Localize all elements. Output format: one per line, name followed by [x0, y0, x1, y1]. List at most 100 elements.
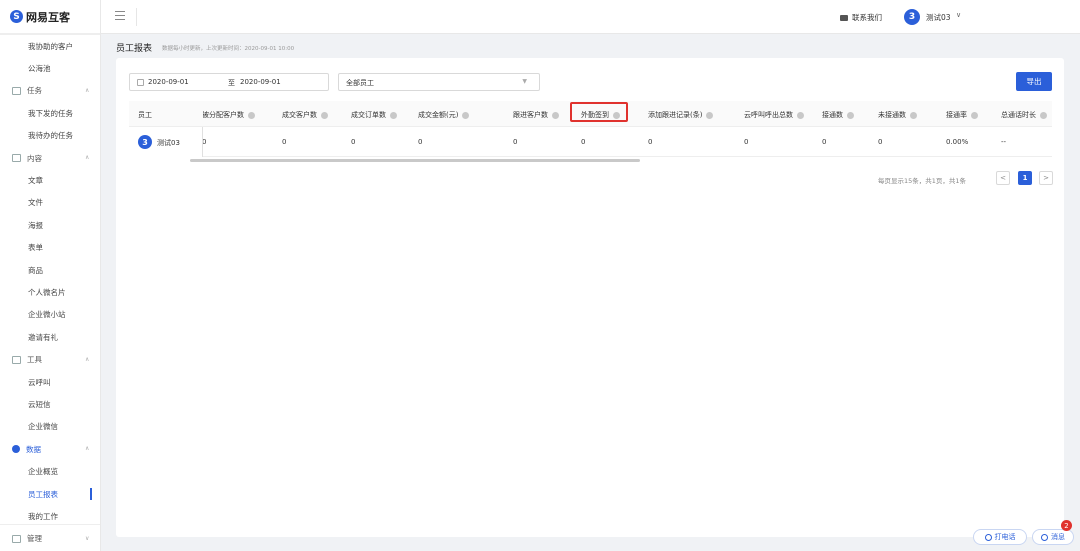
table-row: 0 0 0 0 0 0 0 0 0 0 0.00% -- [129, 128, 1052, 157]
column-header-label: 被分配客户数 [202, 111, 244, 119]
sidebar-item-11[interactable]: 个人微名片 [0, 281, 100, 303]
employee-name[interactable]: 测试03 [157, 138, 180, 148]
column-header-label: 接通数 [822, 111, 843, 119]
sidebar-item-8[interactable]: 海报 [0, 214, 100, 236]
sidebar-item-15[interactable]: 云呼叫 [0, 371, 100, 393]
logo-mark-icon: S [10, 10, 23, 23]
help-icon[interactable] [248, 111, 255, 119]
employee-select[interactable]: 全部员工 ▼ [338, 73, 540, 91]
help-icon[interactable] [971, 111, 978, 119]
user-avatar[interactable]: 3 [904, 9, 920, 25]
message-button[interactable]: 消息 [1032, 529, 1074, 545]
menu-toggle-icon[interactable] [115, 11, 125, 20]
chevron-icon: ∨ [85, 534, 90, 542]
help-icon[interactable] [321, 111, 328, 119]
call-button[interactable]: 打电话 [973, 529, 1027, 545]
column-header[interactable]: 未接通数 [878, 110, 917, 120]
sidebar-item-3[interactable]: 我下发的任务 [0, 102, 100, 124]
sidebar-label: 邀请有礼 [28, 332, 58, 342]
table-cell: 0 [351, 138, 356, 146]
sidebar-group-14[interactable]: 工具 ∧ [0, 349, 100, 371]
contact-us-label: 联系我们 [852, 13, 882, 22]
logo[interactable]: S 网易互客 [0, 0, 100, 34]
column-header-label: 未接通数 [878, 111, 906, 119]
column-header[interactable]: 总通话时长 [1001, 110, 1047, 120]
prev-page-button[interactable]: < [996, 171, 1010, 185]
column-header[interactable]: 云呼叫呼出总数 [744, 110, 804, 120]
page-1-button[interactable]: 1 [1018, 171, 1032, 185]
column-header[interactable]: 跟进客户数 [513, 110, 559, 120]
update-notice: 数据每小时更新，上次更新时间：2020-09-01 10:00 [162, 45, 295, 52]
chevron-down-icon[interactable]: ∨ [956, 11, 961, 19]
sidebar-label: 任务 [27, 86, 42, 96]
sidebar-item-0[interactable]: 我协助的客户 [0, 35, 100, 57]
sidebar-item-17[interactable]: 企业微信 [0, 416, 100, 438]
group-icon [12, 86, 21, 95]
export-button[interactable]: 导出 [1016, 72, 1052, 91]
sidebar: S 网易互客 我协助的客户 公海池任务 ∧ 我下发的任务 我待办的任务内容 ∧ 文章文件海报… [0, 0, 101, 551]
help-icon[interactable] [910, 111, 917, 119]
sidebar-label: 文章 [28, 176, 43, 186]
sidebar-item-10[interactable]: 商品 [0, 259, 100, 281]
sidebar-label: 我待办的任务 [28, 131, 73, 141]
next-page-button[interactable]: > [1039, 171, 1053, 185]
column-header[interactable]: 被分配客户数 [202, 110, 255, 120]
message-label: 消息 [1051, 533, 1065, 541]
sidebar-label: 数据 [26, 444, 41, 454]
column-header[interactable]: 成交订单数 [351, 110, 397, 120]
column-header[interactable]: 成交金额(元) [418, 110, 470, 120]
pagination-info: 每页显示15条，共1页，共1条 [878, 177, 967, 185]
sidebar-group-2[interactable]: 任务 ∧ [0, 80, 100, 102]
sidebar-item-13[interactable]: 邀请有礼 [0, 326, 100, 348]
phone-icon [984, 533, 992, 541]
column-header-label: 总通话时长 [1001, 111, 1036, 119]
help-icon[interactable] [462, 111, 470, 119]
date-start[interactable]: 2020-09-01 [148, 78, 189, 86]
help-icon[interactable] [390, 111, 397, 119]
sidebar-item-19[interactable]: 企业概览 [0, 461, 100, 483]
sidebar-item-7[interactable]: 文件 [0, 192, 100, 214]
sidebar-label: 企业微小站 [28, 310, 66, 320]
group-icon [12, 355, 21, 364]
help-icon[interactable] [706, 111, 714, 119]
sidebar-label: 云呼叫 [28, 377, 51, 387]
logo-text: 网易互客 [26, 10, 70, 24]
sidebar-group-18[interactable]: 数据 ∧ [0, 438, 100, 460]
chevron-down-icon: ▼ [522, 78, 527, 85]
column-header[interactable]: 添加跟进记录(条) [648, 110, 714, 120]
sidebar-item-1[interactable]: 公海池 [0, 57, 100, 79]
divider [0, 34, 100, 35]
employee-select-value: 全部员工 [346, 79, 374, 87]
contact-us-link[interactable]: 联系我们 [840, 12, 882, 23]
sidebar-group-5[interactable]: 内容 ∧ [0, 147, 100, 169]
table-cell: 0 [822, 138, 827, 146]
sidebar-item-4[interactable]: 我待办的任务 [0, 125, 100, 147]
chevron-icon: ∧ [85, 154, 90, 161]
column-header-employee[interactable]: 员工 [138, 110, 152, 120]
sidebar-group-22[interactable]: 管理 ∨ [0, 528, 100, 550]
message-count-badge: 2 [1061, 520, 1072, 531]
column-header[interactable]: 接通数 [822, 110, 854, 120]
sidebar-item-9[interactable]: 表单 [0, 237, 100, 259]
sidebar-item-20[interactable]: 员工报表 [0, 483, 100, 505]
column-header[interactable]: 接通率 [946, 110, 978, 120]
sidebar-label: 文件 [28, 198, 43, 208]
sidebar-item-6[interactable]: 文章 [0, 169, 100, 191]
sidebar-item-12[interactable]: 企业微小站 [0, 304, 100, 326]
chevron-icon: ∧ [85, 86, 90, 94]
help-icon[interactable] [1040, 111, 1047, 119]
column-header[interactable]: 成交客户数 [282, 110, 328, 120]
horizontal-scrollbar[interactable] [190, 159, 640, 162]
sidebar-label: 管理 [27, 534, 42, 544]
column-header-label: 成交订单数 [351, 111, 386, 119]
help-icon[interactable] [552, 111, 559, 119]
help-icon[interactable] [797, 111, 804, 119]
sidebar-item-16[interactable]: 云短信 [0, 393, 100, 415]
message-icon [1041, 533, 1048, 541]
date-end[interactable]: 2020-09-01 [240, 78, 281, 86]
help-icon[interactable] [847, 111, 854, 119]
user-name[interactable]: 测试03 [926, 12, 951, 23]
sidebar-label: 云短信 [28, 400, 51, 410]
sidebar-label: 我下发的任务 [28, 108, 73, 118]
date-range-picker[interactable]: 2020-09-01 至 2020-09-01 [129, 73, 329, 91]
